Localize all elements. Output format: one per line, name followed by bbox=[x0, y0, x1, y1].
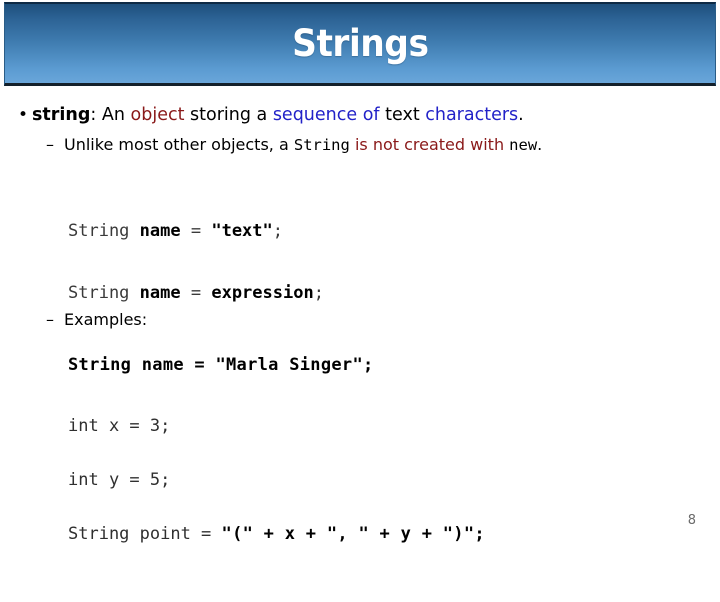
code-token-type-2: String bbox=[68, 283, 130, 303]
code-token-name-1: name bbox=[139, 221, 181, 241]
code-token-semi-2: ; bbox=[313, 283, 324, 303]
code-block-syntax: String name = "text"; String name = expr… bbox=[68, 185, 324, 371]
bullet-level1: • string: An object storing a sequence of… bbox=[18, 105, 708, 125]
sub-bullet-seg-unlike: Unlike most other objects, a bbox=[64, 135, 294, 154]
code-line-syntax-1: String name = "text"; bbox=[68, 216, 324, 247]
code-block-example-2: int x = 3; int y = 5; String point = "("… bbox=[68, 386, 485, 602]
sub-bullet-seg-string: String bbox=[293, 136, 350, 154]
bullet-examples-label: – Examples: bbox=[46, 311, 716, 329]
examples-dash-icon: – bbox=[46, 310, 54, 329]
code-space-1 bbox=[129, 221, 139, 241]
code-token-point-expr: "(" + x + ", " + y + ")"; bbox=[221, 524, 485, 544]
code-line-syntax-2: String name = expression; bbox=[68, 278, 324, 309]
bullet-seg-storing: storing a bbox=[184, 105, 273, 125]
code-token-name-2: name bbox=[139, 283, 181, 303]
bullet-seg-an: An bbox=[101, 105, 131, 125]
code-token-point-decl: String point = bbox=[68, 524, 222, 544]
slide: Strings • string: An object storing a seq… bbox=[0, 0, 720, 544]
bullet-seg-characters: characters bbox=[425, 105, 519, 125]
examples-label-text: Examples: bbox=[64, 310, 148, 329]
code-token-value-1: "text" bbox=[211, 221, 273, 241]
sub-bullet-dash-icon: – bbox=[46, 135, 54, 154]
bullet-marker-icon: • bbox=[18, 105, 29, 125]
bullet-seg-period: . bbox=[518, 105, 524, 125]
slide-body: • string: An object storing a sequence of… bbox=[0, 92, 720, 544]
sub-bullet-seg-period: . bbox=[537, 135, 543, 154]
bullet-term-string: string bbox=[32, 105, 91, 125]
bullet-level2: – Unlike most other objects, a String is … bbox=[46, 136, 716, 154]
slide-title-banner: Strings bbox=[4, 2, 716, 86]
code-token-value-2: expression bbox=[211, 283, 314, 303]
code-token-semi-1: ; bbox=[272, 221, 284, 241]
bullet-colon: : bbox=[90, 105, 102, 125]
sub-bullet-seg-isnot: is not created with bbox=[349, 135, 510, 154]
sub-bullet-seg-new: new bbox=[509, 136, 538, 154]
page-title: Strings bbox=[291, 22, 429, 65]
code-block-example-1: String name = "Marla Singer"; bbox=[68, 355, 374, 375]
bullet-seg-sequence: sequence of bbox=[272, 105, 380, 125]
code-token-eq-1: = bbox=[180, 221, 212, 241]
code-token-type-1: String bbox=[68, 221, 130, 241]
code-line-ex2-3: String point = "(" + x + ", " + y + ")"; bbox=[68, 521, 485, 548]
code-line-ex2-2: int y = 5; bbox=[68, 470, 171, 490]
bullet-seg-text: text bbox=[379, 105, 426, 125]
page-number: 8 bbox=[687, 513, 696, 528]
code-token-eq-2: = bbox=[180, 283, 212, 303]
code-line-ex2-1: int x = 3; bbox=[68, 416, 171, 436]
bullet-seg-object: object bbox=[130, 105, 185, 125]
code-space-2 bbox=[129, 283, 139, 303]
